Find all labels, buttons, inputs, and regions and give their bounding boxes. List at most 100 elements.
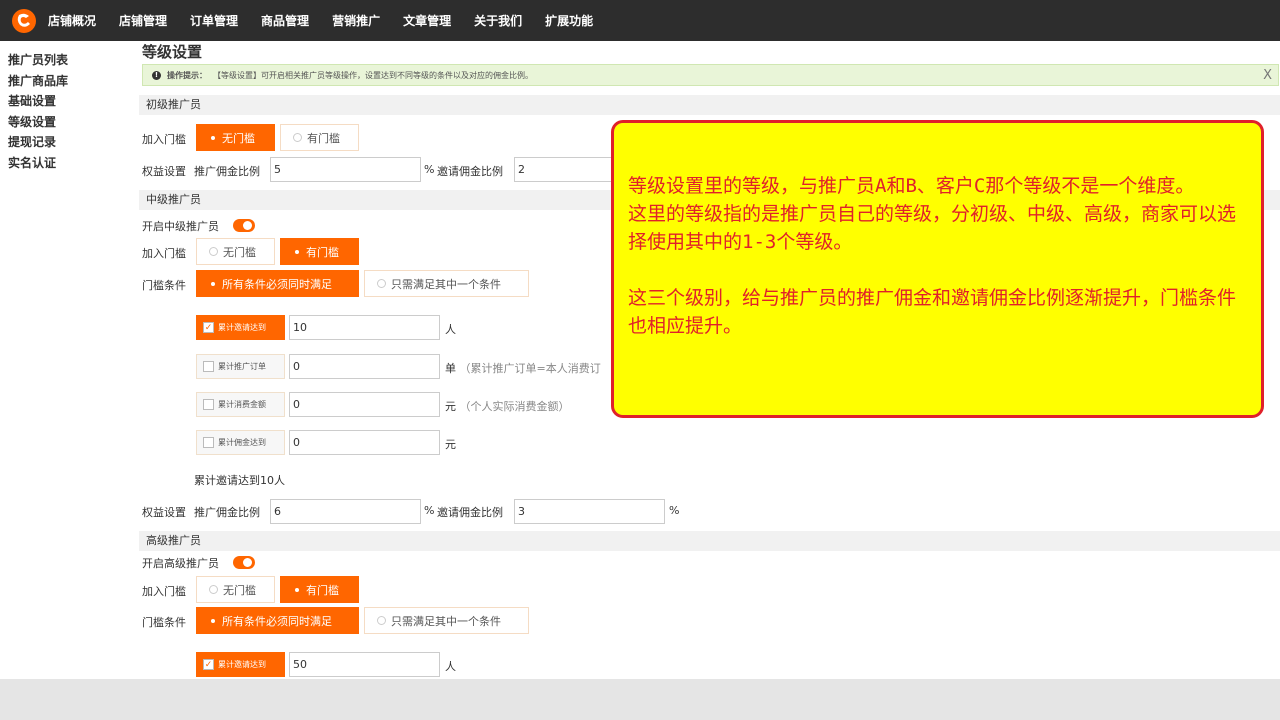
tip-bar: ! 操作提示： 【等级设置】可开启相关推广员等级操作，设置达到不同等级的条件以及… <box>142 64 1279 86</box>
primary-no-threshold-option[interactable]: 无门槛 <box>196 124 275 151</box>
unit-order: 单 （累计推广订单=本人消费订 <box>445 360 601 376</box>
sidebar-item-level-settings[interactable]: 等级设置 <box>8 112 135 133</box>
radio-icon <box>209 133 217 142</box>
top-nav-bar: 店铺概况 店铺管理 订单管理 商品管理 营销推广 文章管理 关于我们 扩展功能 <box>0 0 1280 41</box>
callout-gap <box>628 256 1249 284</box>
option-label: 所有条件必须同时满足 <box>222 277 332 291</box>
page-title: 等级设置 <box>142 43 203 61</box>
percent-sign: % <box>424 504 435 517</box>
nav-item-article-management[interactable]: 文章管理 <box>403 12 451 29</box>
sidebar-item-promo-products[interactable]: 推广商品库 <box>8 71 135 92</box>
radio-icon <box>293 585 301 594</box>
middle-has-threshold-option[interactable]: 有门槛 <box>280 238 359 265</box>
middle-cum-spend-input[interactable]: 0 <box>289 392 440 417</box>
checkbox-label: 累计邀请达到 <box>218 660 266 669</box>
middle-cum-orders-checkbox[interactable]: 累计推广订单 <box>196 354 285 379</box>
percent-sign: % <box>669 504 680 517</box>
enable-middle-toggle[interactable] <box>233 219 255 232</box>
nav-item-marketing[interactable]: 营销推广 <box>332 12 380 29</box>
middle-all-conditions-option[interactable]: 所有条件必须同时满足 <box>196 270 359 297</box>
middle-no-threshold-option[interactable]: 无门槛 <box>196 238 275 265</box>
nav-item-product-management[interactable]: 商品管理 <box>261 12 309 29</box>
unit-order-text: 单 <box>445 362 456 375</box>
senior-cum-invite-checkbox[interactable]: ✓ 累计邀请达到 <box>196 652 285 677</box>
option-label: 无门槛 <box>222 131 255 145</box>
middle-cum-spend-checkbox[interactable]: 累计消费金额 <box>196 392 285 417</box>
sidebar-item-withdraw-records[interactable]: 提现记录 <box>8 132 135 153</box>
senior-all-conditions-option[interactable]: 所有条件必须同时满足 <box>196 607 359 634</box>
nav-item-store-management[interactable]: 店铺管理 <box>119 12 167 29</box>
radio-icon <box>293 133 302 142</box>
middle-promo-ratio-input[interactable]: 6 <box>270 499 421 524</box>
option-label: 无门槛 <box>223 245 256 259</box>
sidebar-item-basic-settings[interactable]: 基础设置 <box>8 91 135 112</box>
page-footer <box>0 679 1280 720</box>
checkbox-icon <box>203 399 214 410</box>
sidebar-item-verification[interactable]: 实名认证 <box>8 153 135 174</box>
unit-order-hint: （累计推广订单=本人消费订 <box>459 362 601 375</box>
section-senior-promoter: 高级推广员 <box>139 531 1280 551</box>
middle-cum-commission-checkbox[interactable]: 累计佣金达到 <box>196 430 285 455</box>
unit-yuan-text: 元 <box>445 400 456 413</box>
enable-senior-label: 开启高级推广员 <box>142 557 219 570</box>
senior-has-threshold-option[interactable]: 有门槛 <box>280 576 359 603</box>
radio-icon <box>209 585 218 594</box>
checkbox-label: 累计佣金达到 <box>218 438 266 447</box>
annotation-callout: 等级设置里的等级，与推广员A和B、客户C那个等级不是一个维度。 这里的等级指的是… <box>611 120 1264 418</box>
primary-promo-ratio-input[interactable]: 5 <box>270 157 421 182</box>
option-label: 无门槛 <box>223 583 256 597</box>
info-icon: ! <box>152 70 161 80</box>
option-label: 有门槛 <box>307 131 340 145</box>
invite-ratio-label: 邀请佣金比例 <box>437 506 503 519</box>
checkbox-icon <box>203 361 214 372</box>
enable-senior-toggle[interactable] <box>233 556 255 569</box>
middle-cum-invite-checkbox[interactable]: ✓ 累计邀请达到 <box>196 315 285 340</box>
tip-label: 操作提示： <box>167 70 207 80</box>
checkbox-label: 累计消费金额 <box>218 400 266 409</box>
logo-icon[interactable] <box>0 0 48 41</box>
middle-cum-invite-input[interactable]: 10 <box>289 315 440 340</box>
nav-item-about-us[interactable]: 关于我们 <box>474 12 522 29</box>
primary-has-threshold-option[interactable]: 有门槛 <box>280 124 359 151</box>
callout-line-2: 这里的等级指的是推广员自己的等级，分初级、中级、高级，商家可以选择使用其中的1-… <box>628 203 1237 253</box>
promo-ratio-label: 推广佣金比例 <box>194 506 260 519</box>
threshold-condition-label: 门槛条件 <box>142 279 186 292</box>
sidebar-item-promoter-list[interactable]: 推广员列表 <box>8 50 135 71</box>
senior-cum-invite-input[interactable]: 50 <box>289 652 440 677</box>
rights-label: 权益设置 <box>142 165 186 178</box>
nav-item-store-overview[interactable]: 店铺概况 <box>48 12 96 29</box>
middle-any-condition-option[interactable]: 只需满足其中一个条件 <box>364 270 529 297</box>
option-label: 有门槛 <box>306 583 339 597</box>
tip-text: 【等级设置】可开启相关推广员等级操作，设置达到不同等级的条件以及对应的佣金比例。 <box>213 70 533 80</box>
checkbox-label: 累计邀请达到 <box>218 323 266 332</box>
check-icon: ✓ <box>203 322 214 333</box>
option-label: 只需满足其中一个条件 <box>391 614 501 628</box>
middle-invite-ratio-input[interactable]: 3 <box>514 499 665 524</box>
radio-icon <box>209 616 217 625</box>
radio-icon <box>293 247 301 256</box>
unit-person: 人 <box>445 660 456 673</box>
invite-ratio-label: 邀请佣金比例 <box>437 165 503 178</box>
senior-any-condition-option[interactable]: 只需满足其中一个条件 <box>364 607 529 634</box>
threshold-condition-label: 门槛条件 <box>142 616 186 629</box>
unit-person: 人 <box>445 323 456 336</box>
close-icon[interactable]: X <box>1263 68 1272 83</box>
promo-ratio-label: 推广佣金比例 <box>194 165 260 178</box>
radio-icon <box>377 616 386 625</box>
nav-item-order-management[interactable]: 订单管理 <box>190 12 238 29</box>
nav-item-extensions[interactable]: 扩展功能 <box>545 12 593 29</box>
join-threshold-label: 加入门槛 <box>142 247 186 260</box>
percent-sign: % <box>424 163 435 176</box>
option-label: 所有条件必须同时满足 <box>222 614 332 628</box>
radio-icon <box>209 279 217 288</box>
join-threshold-label: 加入门槛 <box>142 133 186 146</box>
checkbox-label: 累计推广订单 <box>218 362 266 371</box>
middle-cum-orders-input[interactable]: 0 <box>289 354 440 379</box>
enable-middle-label: 开启中级推广员 <box>142 220 219 233</box>
radio-icon <box>209 247 218 256</box>
senior-no-threshold-option[interactable]: 无门槛 <box>196 576 275 603</box>
unit-yuan-hint: （个人实际消费金额） <box>459 400 570 413</box>
unit-yuan: 元 <box>445 438 456 451</box>
check-icon: ✓ <box>203 659 214 670</box>
middle-cum-commission-input[interactable]: 0 <box>289 430 440 455</box>
